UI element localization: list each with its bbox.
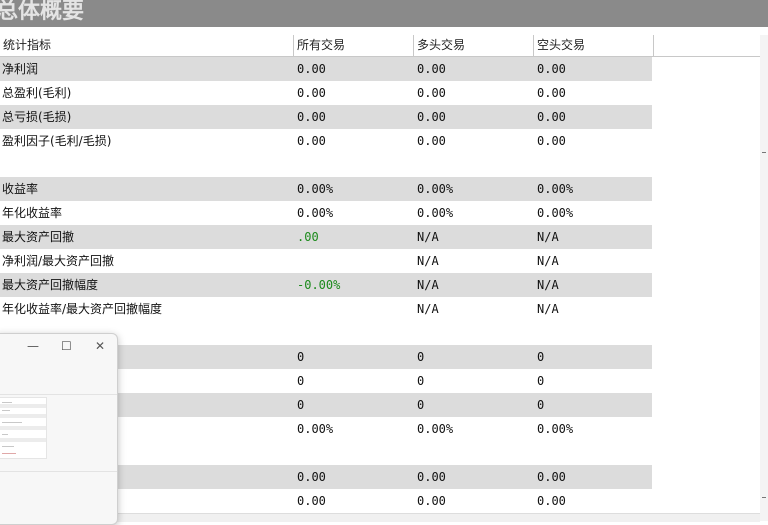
vertical-scrollbar[interactable] xyxy=(760,35,768,521)
row-label: 盈利因子(毛利/毛损) xyxy=(2,134,112,148)
cell-long-trades: 0.00 xyxy=(417,134,446,148)
maximize-icon[interactable]: ☐ xyxy=(61,338,72,354)
cell-short-trades: 0.00% xyxy=(537,182,574,196)
cell-short-trades: 0 xyxy=(537,374,545,388)
cell-short-trades: 0.00% xyxy=(537,206,574,220)
table-row[interactable]: 净利润 0.00 0.00 0.00 xyxy=(0,57,652,81)
cell-long-trades: 0 xyxy=(417,374,425,388)
table-row[interactable]: 最大资产回撤 .00 N/A N/A xyxy=(0,225,652,249)
table-row[interactable]: 年化收益率/最大资产回撤幅度 N/A N/A xyxy=(0,297,652,321)
cell-all-trades: 0.00 xyxy=(297,86,326,100)
window-thumbnail-popup[interactable]: — ☐ ✕ xyxy=(0,333,118,525)
table-row[interactable] xyxy=(0,153,652,177)
cell-long-trades: 0.00 xyxy=(417,494,446,508)
close-icon[interactable]: ✕ xyxy=(95,338,105,354)
cell-all-trades: 0.00 xyxy=(297,134,326,148)
table-row[interactable]: 总亏损(毛损) 0.00 0.00 0.00 xyxy=(0,105,652,129)
cell-all-trades: 0 xyxy=(297,398,305,412)
cell-short-trades: 0.00 xyxy=(537,110,566,124)
cell-long-trades: 0.00 xyxy=(417,110,446,124)
cell-short-trades: N/A xyxy=(537,278,559,292)
cell-short-trades: 0 xyxy=(537,398,545,412)
table-row[interactable]: 年化收益率 0.00% 0.00% 0.00% xyxy=(0,201,652,225)
column-header-metric[interactable]: 统计指标 xyxy=(0,35,294,56)
cell-all-trades: 0.00 xyxy=(297,110,326,124)
column-header-long-trades[interactable]: 多头交易 xyxy=(414,35,534,56)
table-row[interactable]: 总盈利(毛利) 0.00 0.00 0.00 xyxy=(0,81,652,105)
cell-all-trades: 0.00% xyxy=(297,182,334,196)
row-label: 总盈利(毛利) xyxy=(2,86,72,100)
cell-all-trades: -0.00% xyxy=(297,278,341,292)
cell-all-trades: 0 xyxy=(297,374,305,388)
divider xyxy=(0,471,117,472)
cell-short-trades: N/A xyxy=(537,302,559,316)
row-label: 年化收益率/最大资产回撤幅度 xyxy=(2,302,163,316)
cell-long-trades: N/A xyxy=(417,230,439,244)
cell-long-trades: N/A xyxy=(417,278,439,292)
divider xyxy=(0,394,117,395)
table-row[interactable]: 最大资产回撤幅度 -0.00% N/A N/A xyxy=(0,273,652,297)
window-controls: — ☐ ✕ xyxy=(0,334,117,362)
window-preview-image[interactable] xyxy=(0,397,47,459)
row-label: 收益率 xyxy=(2,182,39,196)
cell-short-trades: N/A xyxy=(537,254,559,268)
row-label: 总亏损(毛损) xyxy=(2,110,72,124)
cell-short-trades: 0.00 xyxy=(537,134,566,148)
cell-long-trades: 0.00% xyxy=(417,182,454,196)
cell-short-trades: N/A xyxy=(537,230,559,244)
minimize-icon[interactable]: — xyxy=(27,338,39,354)
row-label: 净利润/最大资产回撤 xyxy=(2,254,115,268)
row-label: 最大资产回撤幅度 xyxy=(2,278,99,292)
cell-all-trades: 0.00 xyxy=(297,62,326,76)
table-row[interactable]: 净利润/最大资产回撤 N/A N/A xyxy=(0,249,652,273)
column-header-short-trades[interactable]: 空头交易 xyxy=(534,35,654,56)
cell-long-trades: N/A xyxy=(417,254,439,268)
cell-long-trades: 0.00% xyxy=(417,422,454,436)
cell-long-trades: 0.00% xyxy=(417,206,454,220)
cell-long-trades: N/A xyxy=(417,302,439,316)
cell-all-trades: 0.00% xyxy=(297,206,334,220)
row-label: 净利润 xyxy=(2,62,39,76)
cell-long-trades: 0 xyxy=(417,350,425,364)
row-label: 最大资产回撤 xyxy=(2,230,75,244)
cell-short-trades: 0.00 xyxy=(537,470,566,484)
column-header-all-trades[interactable]: 所有交易 xyxy=(294,35,414,56)
cell-short-trades: 0.00 xyxy=(537,494,566,508)
cell-long-trades: 0.00 xyxy=(417,470,446,484)
row-label: 年化收益率 xyxy=(2,206,63,220)
table-row[interactable]: 收益率 0.00% 0.00% 0.00% xyxy=(0,177,652,201)
title-bar: 总体概要 xyxy=(0,0,768,27)
cell-short-trades: 0.00 xyxy=(537,86,566,100)
cell-all-trades: 0 xyxy=(297,350,305,364)
cell-all-trades: 0.00 xyxy=(297,494,326,508)
table-row[interactable]: 盈利因子(毛利/毛损) 0.00 0.00 0.00 xyxy=(0,129,652,153)
cell-long-trades: 0.00 xyxy=(417,86,446,100)
cell-long-trades: 0 xyxy=(417,398,425,412)
cell-all-trades: .00 xyxy=(297,230,319,244)
cell-short-trades: 0.00 xyxy=(537,62,566,76)
spacer xyxy=(0,27,768,35)
cell-short-trades: 0.00% xyxy=(537,422,574,436)
page-title: 总体概要 xyxy=(0,0,85,24)
cell-short-trades: 0 xyxy=(537,350,545,364)
cell-long-trades: 0.00 xyxy=(417,62,446,76)
cell-all-trades: 0.00 xyxy=(297,470,326,484)
table-header: 统计指标 所有交易 多头交易 空头交易 xyxy=(0,35,760,57)
cell-all-trades: 0.00% xyxy=(297,422,334,436)
